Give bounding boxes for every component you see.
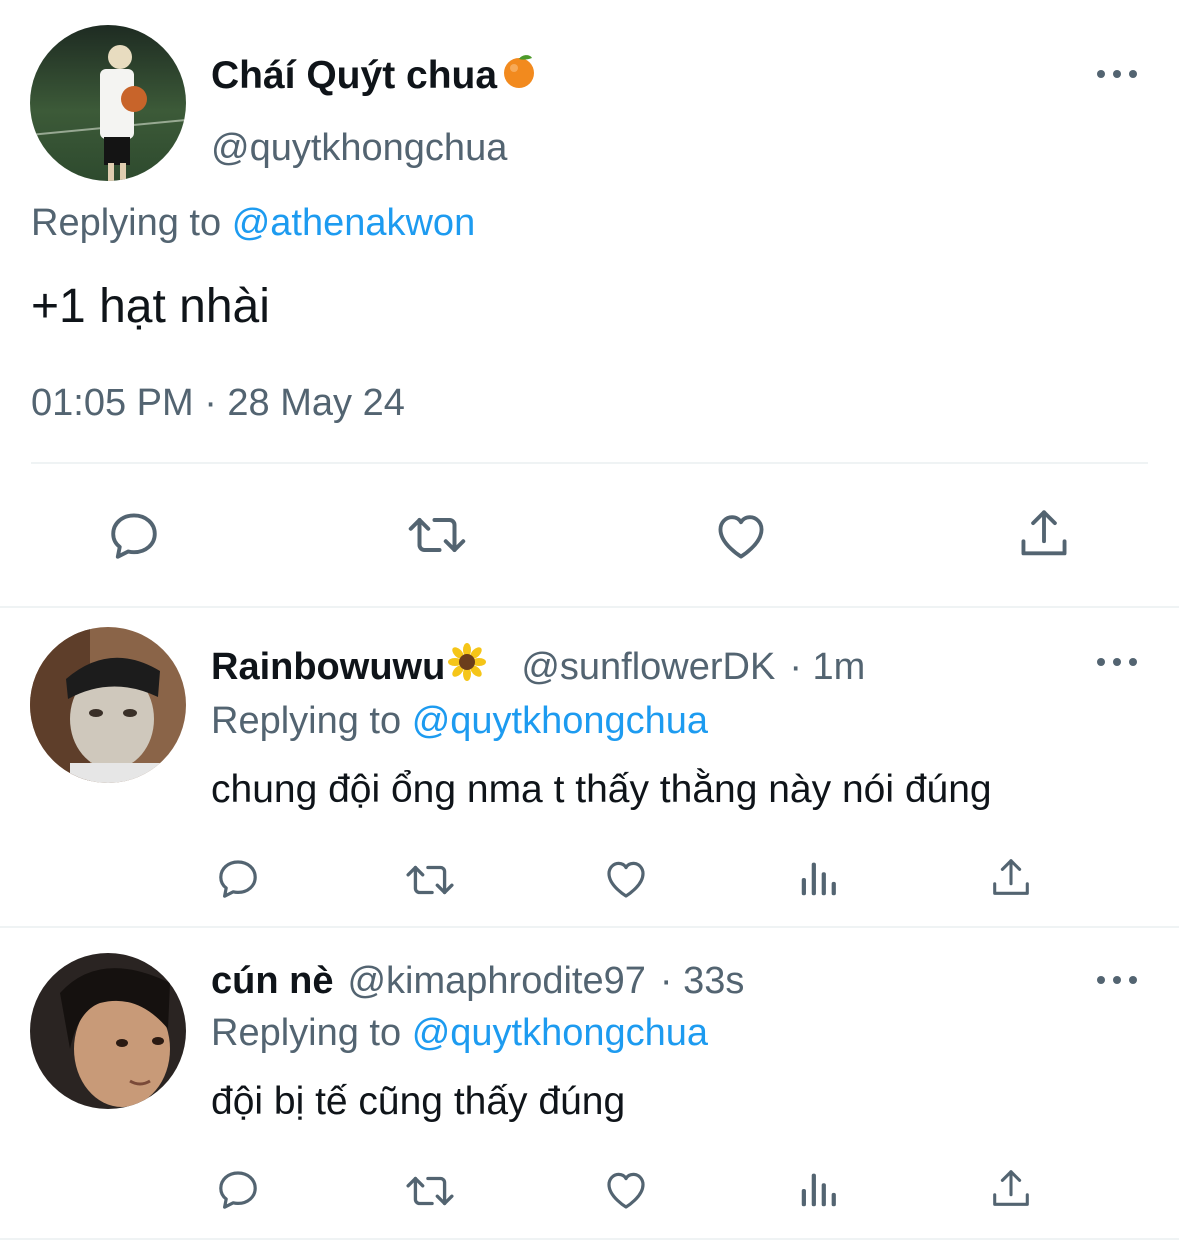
like-icon[interactable] — [601, 1166, 651, 1214]
reply-icon[interactable] — [214, 1166, 262, 1214]
more-options-button[interactable] — [1097, 64, 1137, 84]
share-icon[interactable] — [1015, 505, 1073, 563]
reply-text: chung đội ổng nma t thấy thằng này nói đ… — [211, 768, 992, 811]
replying-to-link[interactable]: @quytkhongchua — [412, 700, 708, 742]
reply-age[interactable]: · 33s — [660, 960, 744, 1003]
share-icon[interactable] — [988, 1166, 1034, 1212]
retweet-icon[interactable] — [402, 855, 458, 905]
replying-to-link[interactable]: @athenakwon — [232, 202, 476, 244]
main-author-row: Cháí Quýt chua — [211, 52, 538, 100]
avatar-reply-1[interactable] — [30, 627, 186, 783]
reply-1-header: Rainbowuwu @sunflowerDK · 1m — [211, 642, 865, 692]
reply-text: đội bị tế cũng thấy đúng — [211, 1080, 626, 1123]
replying-prefix: Replying to — [211, 700, 402, 742]
reply-icon[interactable] — [214, 855, 262, 903]
divider-main — [0, 606, 1179, 608]
more-options-button[interactable] — [1097, 652, 1137, 672]
handle[interactable]: @sunflowerDK — [521, 646, 775, 689]
divider-reply-1 — [0, 926, 1179, 928]
replying-to-link[interactable]: @quytkhongchua — [412, 1012, 708, 1054]
sunflower-icon — [447, 642, 487, 692]
like-icon[interactable] — [711, 507, 771, 565]
tweet-text: +1 hạt nhài — [31, 280, 270, 333]
retweet-icon[interactable] — [402, 1166, 458, 1216]
timestamp[interactable]: 01:05 PM · 28 May 24 — [31, 380, 405, 426]
analytics-icon[interactable] — [796, 855, 842, 901]
replying-prefix: Replying to — [211, 1012, 402, 1054]
handle[interactable]: @kimaphrodite97 — [347, 960, 645, 1003]
share-icon[interactable] — [988, 855, 1034, 901]
avatar-main[interactable] — [30, 25, 186, 181]
retweet-icon[interactable] — [404, 505, 470, 565]
replying-prefix: Replying to — [31, 202, 222, 244]
handle[interactable]: @quytkhongchua — [211, 126, 507, 170]
avatar-reply-2[interactable] — [30, 953, 186, 1109]
reply-icon[interactable] — [105, 507, 163, 565]
reply-age[interactable]: · 1m — [789, 646, 865, 689]
divider-reply-2 — [0, 1238, 1179, 1240]
replying-to: Replying to @quytkhongchua — [211, 698, 708, 744]
replying-to: Replying to @athenakwon — [31, 200, 475, 246]
display-name[interactable]: Cháí Quýt chua — [211, 54, 497, 98]
like-icon[interactable] — [601, 855, 651, 903]
divider-timestamp — [31, 462, 1148, 464]
replying-to: Replying to @quytkhongchua — [211, 1010, 708, 1056]
display-name[interactable]: Rainbowuwu — [211, 646, 445, 689]
reply-2-header: cún nè @kimaphrodite97 · 33s — [211, 956, 744, 1006]
more-options-button[interactable] — [1097, 970, 1137, 990]
orange-icon — [500, 52, 538, 100]
display-name[interactable]: cún nè — [211, 960, 333, 1003]
analytics-icon[interactable] — [796, 1166, 842, 1212]
